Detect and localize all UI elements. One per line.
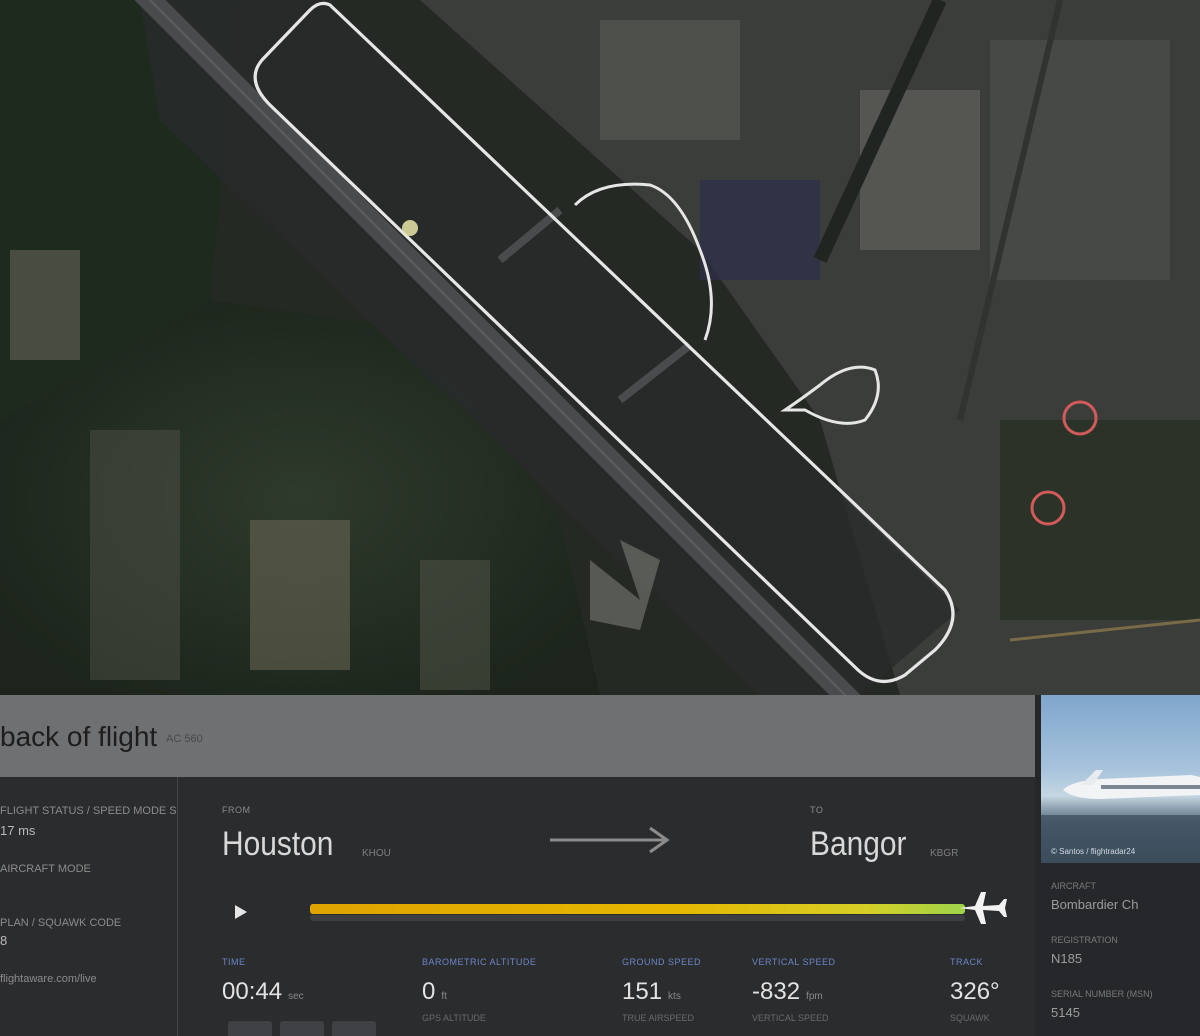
serial-label: SERIAL NUMBER (MSN) [1051,989,1153,999]
flight-info-panel: back of flight AC 560 FLIGHT STATUS / SP… [0,695,1035,1036]
terminal-area [700,180,820,280]
building-block [10,250,80,360]
satellite-map[interactable] [0,0,1200,695]
track-label: TRACK [950,957,984,967]
map-canvas [0,0,1200,695]
from-label: FROM [222,805,251,815]
field-block [250,520,350,670]
time-value: 00:44 sec [222,978,304,1005]
panel-title-bar: back of flight AC 560 [0,695,1035,777]
aircraft-type-label: AIRCRAFT [1051,881,1096,891]
flight-details-column: FLIGHT STATUS / SPEED MODE S 17 ms AIRCR… [0,777,178,1036]
altitude-sub-label: GPS ALTITUDE [422,1013,486,1023]
route-arrow-icon [550,826,670,854]
detail-label: AIRCRAFT MODE [0,863,91,875]
step-button[interactable] [280,1021,324,1036]
playback-progress-bar[interactable] [310,904,965,914]
speed-value: 151 kts [622,978,681,1005]
vertical-speed-value: -832 fpm [752,978,823,1005]
detail-label: FLIGHT STATUS / SPEED MODE S [0,805,177,817]
track-sub-label: SQUAWK [950,1013,990,1023]
track-shadow [310,915,965,921]
aircraft-type-value[interactable]: Bombardier Ch [1051,897,1138,912]
destination-city[interactable]: Bangor [810,825,906,864]
detail-link[interactable]: flightaware.com/live [0,973,97,985]
speed-sub-label: TRUE AIRSPEED [622,1013,695,1023]
town-block [90,430,180,680]
detail-value: 17 ms [0,823,36,838]
building-block [860,90,980,250]
panel-subtitle: AC 560 [166,733,203,745]
detail-label: PLAN / SQUAWK CODE [0,917,122,929]
to-label: TO [810,805,824,815]
altitude-value: 0 ft [422,978,447,1005]
building-block [990,40,1170,280]
origin-city[interactable]: Houston [222,825,333,864]
aircraft-position-marker[interactable] [402,220,418,236]
field-block [420,560,490,690]
building-block [600,20,740,140]
registration-label: REGISTRATION [1051,935,1118,945]
track-value: 326° [950,978,1000,1005]
origin-code: KHOU [362,848,391,859]
aircraft-panel: © Santos / flightradar24 AIRCRAFT Bombar… [1035,695,1200,1036]
park-area [1000,420,1200,620]
play-icon[interactable] [228,900,252,924]
plane-icon[interactable] [955,889,1009,927]
photo-credit[interactable]: © Santos / flightradar24 [1051,847,1135,856]
panel-title: back of flight [0,721,158,752]
forward-button[interactable] [332,1021,376,1036]
aircraft-photo[interactable]: © Santos / flightradar24 [1041,695,1200,863]
registration-value[interactable]: N185 [1051,951,1082,966]
rewind-button[interactable] [228,1021,272,1036]
vertical-speed-sub-label: VERTICAL SPEED [752,1013,829,1023]
detail-value: 8 [0,933,8,948]
destination-code: KBGR [930,848,959,859]
time-label: TIME [222,957,246,967]
speed-label: GROUND SPEED [622,957,702,967]
aircraft-image [1041,770,1200,863]
serial-value: 5145 [1051,1005,1080,1020]
altitude-label: BAROMETRIC ALTITUDE [422,957,537,967]
vertical-speed-label: VERTICAL SPEED [752,957,836,967]
